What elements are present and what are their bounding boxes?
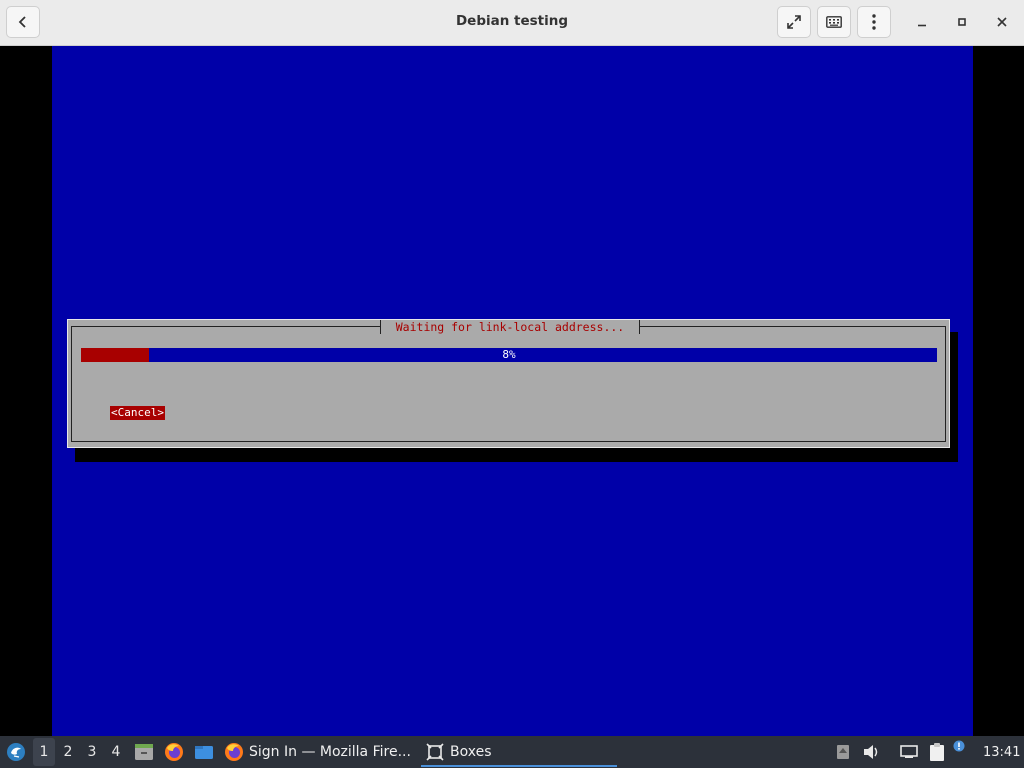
- cancel-button[interactable]: <Cancel>: [110, 406, 165, 420]
- start-menu-button[interactable]: [4, 736, 28, 768]
- start-menu-icon: [7, 743, 25, 761]
- minimize-icon: [918, 24, 926, 27]
- volume-icon: [864, 745, 878, 759]
- workspace-1[interactable]: 1: [33, 738, 55, 766]
- progress-bar: 8%: [81, 348, 937, 362]
- workspace-4[interactable]: 4: [105, 736, 127, 768]
- menu-button[interactable]: [857, 6, 891, 38]
- task-boxes[interactable]: Boxes: [426, 736, 492, 768]
- keyboard-icon: [826, 16, 842, 28]
- folder-launcher[interactable]: [193, 736, 215, 768]
- workspace-3[interactable]: 3: [81, 736, 103, 768]
- clipboard-icon: [930, 743, 944, 761]
- firefox-launcher[interactable]: [163, 736, 185, 768]
- network-icon: [900, 745, 918, 758]
- window-titlebar: Debian testing: [0, 0, 1024, 46]
- clipboard-button[interactable]: [926, 736, 948, 768]
- tray-arrow-icon: [837, 745, 849, 759]
- minimize-button[interactable]: [907, 6, 937, 38]
- fullscreen-button[interactable]: [777, 6, 811, 38]
- file-manager-launcher[interactable]: [133, 736, 155, 768]
- file-manager-icon: [135, 744, 153, 760]
- task-label: Sign In — Mozilla Fire...: [249, 744, 411, 760]
- dialog-title: Waiting for link-local address...: [380, 320, 640, 334]
- close-icon: [997, 17, 1007, 27]
- firefox-icon: [225, 743, 243, 761]
- notification-icon: [953, 740, 965, 752]
- progress-label: 8%: [502, 348, 516, 361]
- installer-dialog: Waiting for link-local address... 8% <Ca…: [67, 319, 950, 448]
- vm-display[interactable]: Waiting for link-local address... 8% <Ca…: [52, 46, 973, 736]
- dialog-frame: [71, 326, 946, 442]
- keyboard-button[interactable]: [817, 6, 851, 38]
- network-button[interactable]: [898, 736, 920, 768]
- maximize-icon: [958, 18, 966, 26]
- task-firefox[interactable]: Sign In — Mozilla Fire...: [224, 736, 411, 768]
- active-task-indicator: [421, 765, 617, 767]
- close-button[interactable]: [987, 6, 1017, 38]
- workspace-2[interactable]: 2: [57, 736, 79, 768]
- fullscreen-icon: [787, 15, 801, 29]
- tray-expander[interactable]: [834, 736, 852, 768]
- clock[interactable]: 13:41: [983, 736, 1020, 768]
- volume-button[interactable]: [862, 736, 882, 768]
- maximize-button[interactable]: [947, 6, 977, 38]
- task-label: Boxes: [450, 744, 492, 760]
- notification-button[interactable]: [952, 730, 966, 762]
- folder-icon: [195, 746, 213, 759]
- taskbar: 1 2 3 4 Sign In — Mozilla Fire... Boxes …: [0, 736, 1024, 768]
- firefox-icon: [165, 743, 183, 761]
- vertical-ellipsis-icon: [872, 14, 876, 30]
- boxes-icon: [426, 743, 444, 761]
